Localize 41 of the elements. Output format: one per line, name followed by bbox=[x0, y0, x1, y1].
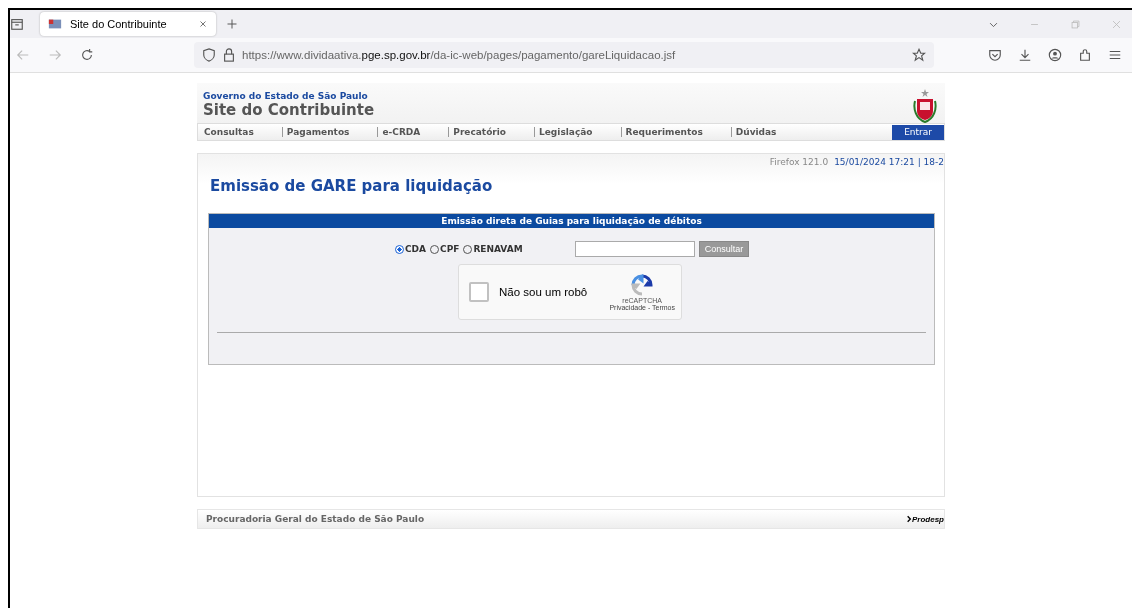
radio-option[interactable]: RENAVAM bbox=[463, 244, 523, 254]
captcha-checkbox[interactable] bbox=[469, 282, 489, 302]
recycle-arrows-icon bbox=[630, 273, 655, 297]
nav-link[interactable]: e-CRDA bbox=[377, 127, 421, 137]
browser-tab[interactable]: Site do Contribuinte bbox=[40, 12, 216, 36]
nav-link[interactable]: Precatório bbox=[448, 127, 507, 137]
download-icon[interactable] bbox=[1018, 48, 1032, 62]
input-field[interactable] bbox=[574, 241, 695, 257]
new-tab-icon[interactable] bbox=[226, 18, 238, 30]
timestamp: 15/01/2024 17:21 | 18-2 bbox=[834, 157, 944, 167]
page-title: Emissão de GARE para liquidação bbox=[210, 177, 494, 195]
menu-icon[interactable] bbox=[1108, 48, 1122, 62]
account-icon[interactable] bbox=[1048, 48, 1062, 62]
captcha-label: Não sou um robô bbox=[499, 286, 589, 298]
close-icon[interactable] bbox=[198, 19, 208, 29]
puzzle-icon[interactable] bbox=[1078, 48, 1092, 62]
site-title: Site do Contribuinte bbox=[203, 101, 375, 119]
coat-of-arms-icon bbox=[911, 87, 939, 123]
form-heading: Emissão direta de Guias para liquidação de débitos bbox=[209, 214, 934, 228]
nav-link[interactable]: Consultas bbox=[204, 127, 254, 137]
tab-list-icon[interactable] bbox=[10, 17, 24, 31]
radio-option[interactable]: CPF bbox=[430, 244, 460, 254]
star-icon[interactable] bbox=[912, 48, 926, 62]
logo-text: Prodesp bbox=[912, 514, 944, 524]
footer-text: Procuradoria Geral do Estado de São Paulo bbox=[206, 514, 425, 524]
address-bar[interactable]: https://www.dividaativa.pge.sp.gov.br/da-ic-web/pages/pagamento/gareLiquidacao.jsf bbox=[194, 42, 934, 68]
header-subtitle: Governo do Estado de São Paulo bbox=[203, 91, 369, 101]
browser-version: Firefox 121.0 bbox=[769, 157, 829, 167]
lock-icon bbox=[222, 48, 236, 62]
flag-icon bbox=[48, 17, 62, 31]
shield-icon bbox=[202, 48, 216, 62]
radio-option[interactable]: CDA bbox=[395, 244, 427, 254]
pocket-icon[interactable] bbox=[988, 48, 1002, 62]
login-button[interactable]: Entrar bbox=[892, 124, 944, 140]
reload-icon[interactable] bbox=[80, 48, 94, 62]
nav-link[interactable]: Legislação bbox=[534, 127, 593, 137]
url-text: https://www.dividaativa.pge.sp.gov.br/da-ic-web/pages/pagamento/gareLiquidacao.jsf bbox=[242, 49, 677, 61]
nav-link[interactable]: Pagamentos bbox=[281, 127, 350, 137]
nav-link[interactable]: Requerimentos bbox=[620, 127, 703, 137]
nav-link[interactable]: Dúvidas bbox=[730, 127, 777, 137]
chevron-icon bbox=[906, 515, 912, 523]
